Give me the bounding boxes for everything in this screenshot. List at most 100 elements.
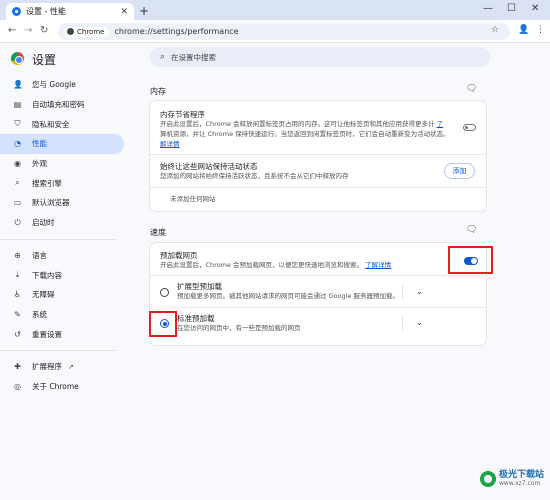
- bookmark-star-icon[interactable]: ☆: [491, 25, 499, 35]
- row-divider: [172, 307, 486, 308]
- sidebar-item-label: 启动时: [32, 218, 55, 228]
- sidebar-item-you-and-google[interactable]: 👤 您与 Google: [0, 75, 124, 95]
- sidebar-divider: [0, 238, 116, 240]
- no-sites-text: 未添加任何网站: [170, 195, 216, 203]
- extension-icon: ✚: [14, 362, 21, 372]
- memory-saver-desc-line1: 开启此设置后，Chrome 会释放闲置标签页占用的内存。这可让他标签页和其他应用…: [160, 120, 435, 128]
- memory-saver-toggle[interactable]: [463, 124, 476, 131]
- sidebar-item-performance[interactable]: ◔ 性能: [0, 134, 124, 154]
- watermark: 极光下载站 www.xz7.com: [480, 470, 544, 487]
- search-input[interactable]: [171, 52, 452, 62]
- new-tab-button[interactable]: +: [139, 4, 149, 18]
- memory-card: 内存节省程序 开启此设置后，Chrome 会释放闲置标签页占用的内存。这可让他标…: [150, 101, 486, 211]
- sidebar-item-label: 下载内容: [32, 270, 62, 280]
- back-icon[interactable]: ←: [8, 25, 16, 36]
- memory-saver-desc-line2: 算机资源，并让 Chrome 保持快速运行。当您返回到闲置标签页时，它们会自动重…: [160, 130, 450, 138]
- url-text: chrome://settings/performance: [114, 27, 239, 36]
- site-chip[interactable]: Chrome: [64, 26, 110, 37]
- maximize-icon[interactable]: ☐: [507, 3, 516, 14]
- sidebar-item-label: 重置设置: [32, 329, 62, 339]
- accessibility-icon: ♿: [13, 290, 22, 300]
- sidebar-divider: [0, 349, 116, 351]
- reload-icon[interactable]: ↻: [40, 25, 48, 36]
- sidebar-item-default-browser[interactable]: ▭ 默认浏览器: [0, 193, 124, 213]
- sidebar-item-label: 系统: [32, 309, 47, 319]
- page-title: 设置: [32, 53, 57, 67]
- row-divider: [150, 187, 486, 188]
- sidebar-item-accessibility[interactable]: ♿ 无障碍: [0, 285, 124, 305]
- chrome-logo-icon: [11, 52, 24, 65]
- chrome-icon: ◎: [14, 381, 21, 391]
- sidebar-item-downloads[interactable]: ⤓ 下载内容: [0, 265, 124, 285]
- globe-icon: ⊕: [14, 250, 21, 260]
- preload-desc-text: 开启此设置后，Chrome 会预加载网页，以便您更快速地浏览和搜索。: [160, 261, 364, 269]
- sidebar-item-label: 搜索引擎: [32, 178, 62, 188]
- watermark-logo-icon: [480, 470, 496, 487]
- tab-title: 设置 - 性能: [26, 7, 66, 16]
- chevron-down-icon[interactable]: ⌄: [416, 318, 423, 327]
- sidebar-item-label: 默认浏览器: [32, 198, 70, 208]
- person-icon: 👤: [13, 80, 23, 90]
- sidebar-item-reset[interactable]: ↺ 重置设置: [0, 324, 124, 344]
- sidebar-item-about-chrome[interactable]: ◎ 关于 Chrome: [0, 377, 124, 397]
- search-icon: ⌕: [160, 52, 166, 62]
- watermark-url: www.xz7.com: [499, 480, 541, 487]
- memory-saver-desc: 开启此设置后，Chrome 会释放闲置标签页占用的内存。这可让他标签页和其他应用…: [160, 119, 455, 149]
- close-window-icon[interactable]: ✕: [531, 3, 539, 14]
- settings-search[interactable]: ⌕: [150, 47, 490, 67]
- sidebar-item-label: 自动填充和密码: [32, 100, 85, 110]
- menu-kebab-icon[interactable]: ⋮: [536, 25, 545, 35]
- sidebar-item-label: 语言: [32, 250, 47, 260]
- chevron-down-icon[interactable]: ⌄: [416, 287, 423, 296]
- memory-section-title: 内存: [150, 87, 166, 96]
- autofill-icon: ▤: [13, 100, 22, 110]
- sidebar-item-privacy[interactable]: ⛉ 隐私和安全: [0, 114, 124, 134]
- minimize-icon[interactable]: —: [483, 3, 493, 14]
- highlight-box-toggle: [448, 246, 493, 274]
- sidebar-item-label: 外观: [32, 159, 47, 169]
- browser-tab[interactable]: 设置 - 性能 ✕: [6, 3, 134, 20]
- power-icon: ⏻: [14, 217, 21, 227]
- tab-close-icon[interactable]: ✕: [120, 7, 128, 17]
- browser-toolbar: ← → ↻ Chrome chrome://settings/performan…: [0, 20, 550, 43]
- sidebar-item-system[interactable]: ✎ 系统: [0, 305, 124, 325]
- speed-section-title: 速度: [150, 228, 166, 237]
- sidebar-item-search-engine[interactable]: ⌕ 搜索引擎: [0, 173, 124, 193]
- forward-icon[interactable]: →: [24, 25, 32, 36]
- sidebar-item-appearance[interactable]: ◉ 外观: [0, 154, 124, 174]
- shield-icon: ⛉: [14, 119, 21, 129]
- row-divider: [150, 154, 486, 155]
- chrome-icon: [67, 28, 74, 35]
- highlight-box-radio: [149, 311, 177, 337]
- standard-preload-desc: 在您访问的网页中，有一些是预加载的网页: [177, 324, 301, 332]
- extended-preload-radio[interactable]: [160, 288, 169, 297]
- site-chip-label: Chrome: [77, 27, 105, 36]
- feedback-icon[interactable]: 🗨: [466, 84, 477, 94]
- row-divider: [150, 275, 486, 276]
- reset-icon: ↺: [14, 329, 21, 339]
- sidebar-item-on-startup[interactable]: ⏻ 启动时: [0, 213, 124, 233]
- preload-desc: 开启此设置后，Chrome 会预加载网页，以便您更快速地浏览和搜索。 了解详情: [160, 260, 391, 270]
- address-bar[interactable]: Chrome chrome://settings/performance: [58, 23, 510, 40]
- speed-icon: ◔: [14, 139, 21, 149]
- sidebar-item-extensions[interactable]: ✚ 扩展程序 ↗: [0, 357, 124, 377]
- browser-icon: ▭: [13, 198, 22, 208]
- sidebar-item-autofill[interactable]: ▤ 自动填充和密码: [0, 95, 124, 115]
- separator: [402, 285, 403, 299]
- wrench-icon: ✎: [14, 309, 21, 319]
- download-icon: ⤓: [15, 270, 20, 280]
- add-site-button[interactable]: 添加: [444, 163, 475, 179]
- settings-gear-icon: [12, 7, 21, 16]
- learn-more-link[interactable]: 了: [437, 120, 444, 128]
- learn-more-link[interactable]: 了解详情: [365, 261, 391, 269]
- separator: [402, 316, 403, 330]
- watermark-name: 极光下载站: [499, 470, 545, 480]
- feedback-icon[interactable]: 🗨: [466, 225, 477, 235]
- profile-icon[interactable]: 👤: [518, 25, 529, 35]
- learn-more-link[interactable]: 解详情: [160, 140, 180, 148]
- external-link-icon: ↗: [68, 362, 74, 371]
- sidebar-item-label: 关于 Chrome: [32, 381, 79, 391]
- sidebar-item-label: 无障碍: [32, 290, 55, 300]
- sidebar-item-languages[interactable]: ⊕ 语言: [0, 246, 124, 266]
- extended-preload-desc: 预加载更多网页。被其他网站请求的网页可能会通过 Google 服务器预加载。: [177, 292, 400, 300]
